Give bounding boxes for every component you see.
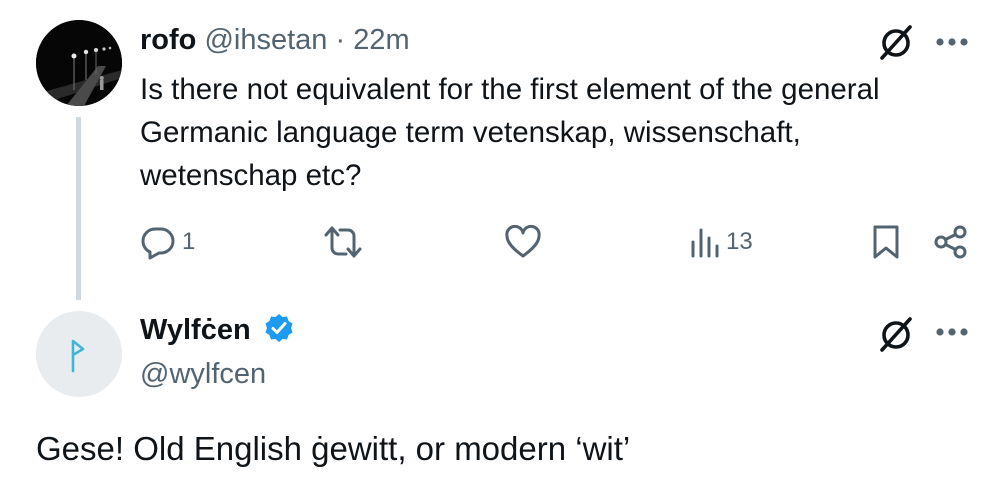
- share-action[interactable]: [932, 222, 970, 262]
- author-name[interactable]: rofo: [140, 24, 196, 56]
- avatar-rofo[interactable]: [36, 20, 122, 106]
- post-body-line: Is there not equivalent for the first el…: [140, 73, 880, 106]
- slashed-circle-icon: [880, 317, 912, 352]
- bookmark-action[interactable]: [870, 222, 902, 262]
- thread-line: [76, 117, 81, 300]
- views-count: 13: [726, 228, 753, 255]
- reply-action[interactable]: 1: [140, 222, 195, 262]
- post-body: Is there not equivalent for the first el…: [140, 68, 980, 197]
- reply-bubble-icon: [141, 227, 175, 260]
- views-bars-icon: [691, 228, 719, 258]
- like-action[interactable]: [504, 222, 548, 262]
- verified-badge-icon: [263, 312, 295, 353]
- post-body-line: wetenschap etc?: [140, 159, 362, 192]
- reply-header: Wylfċen: [140, 312, 295, 353]
- views-action[interactable]: 13: [690, 222, 753, 262]
- post-header: rofo @ihsetan · 22m: [140, 22, 410, 58]
- reply-body: Gese! Old English ġewitt, or modern ‘wit…: [36, 430, 631, 467]
- post-body-line: Germanic language term vetenskap, wissen…: [140, 116, 801, 149]
- share-icon: [934, 225, 967, 259]
- repost-icon: [324, 226, 362, 258]
- reply-author-handle[interactable]: @wylfcen: [140, 356, 266, 392]
- rune-wynn-icon: [36, 311, 122, 397]
- author-handle[interactable]: @ihsetan: [204, 24, 327, 56]
- grok-button[interactable]: [872, 20, 920, 64]
- reply-author-name[interactable]: Wylfċen: [140, 314, 251, 346]
- avatar-wylfcen[interactable]: [36, 311, 122, 397]
- separator-dot: ·: [335, 24, 346, 56]
- reply-grok-button[interactable]: [872, 312, 920, 356]
- more-button[interactable]: [930, 26, 974, 58]
- bookmark-icon: [873, 225, 899, 259]
- reply-more-button[interactable]: [930, 316, 974, 348]
- slashed-circle-icon: [880, 25, 912, 60]
- heart-icon: [505, 224, 541, 258]
- reply-count: 1: [182, 228, 196, 255]
- more-dots-icon: [936, 328, 968, 336]
- more-dots-icon: [936, 38, 968, 46]
- avatar-night-road-image: [36, 20, 122, 106]
- repost-action[interactable]: [324, 222, 368, 262]
- post-time[interactable]: 22m: [353, 24, 409, 56]
